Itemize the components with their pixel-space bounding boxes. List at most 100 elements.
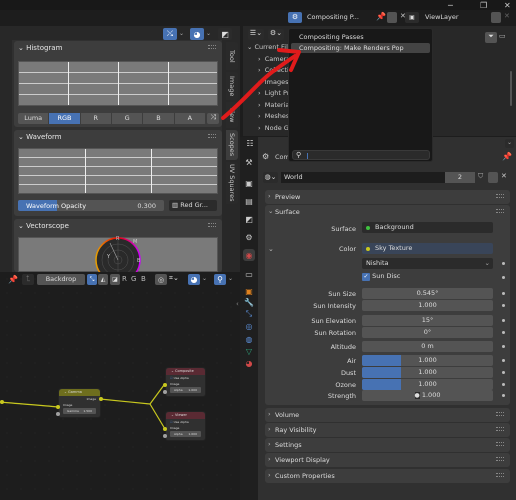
chevron-down-icon[interactable]: ⌄ bbox=[202, 275, 207, 282]
drag-handle-icon[interactable] bbox=[496, 427, 504, 431]
mode-rgb[interactable]: RGB bbox=[49, 113, 81, 124]
mode-r[interactable]: R bbox=[81, 113, 112, 124]
mode-luma[interactable]: Luma bbox=[18, 113, 50, 124]
gizmo-toggle-icon[interactable]: ⤯ bbox=[163, 28, 177, 40]
gizmos-icon[interactable]: ⚲ bbox=[214, 274, 226, 285]
sun-disc-checkbox[interactable]: ✓ Sun Disc bbox=[362, 272, 400, 281]
keyframe-dot[interactable] bbox=[502, 359, 505, 362]
new-scene-button[interactable] bbox=[387, 12, 397, 23]
waveform-header[interactable]: ⌄ Waveform bbox=[18, 133, 62, 141]
scene-tab-icon[interactable]: ⚙ bbox=[243, 231, 255, 243]
channel-b[interactable]: B bbox=[141, 275, 146, 283]
delete-view-layer-icon[interactable]: ✕ bbox=[504, 12, 510, 20]
view-layer-field[interactable]: ViewLayer bbox=[422, 12, 492, 23]
strength-field[interactable]: ● 1.000 bbox=[362, 390, 493, 401]
input-socket[interactable] bbox=[56, 412, 60, 416]
keyframe-dot[interactable] bbox=[502, 345, 505, 348]
maximize-button[interactable]: ❐ bbox=[480, 1, 487, 10]
drag-handle-icon[interactable] bbox=[496, 442, 504, 446]
waveform-opacity-slider[interactable]: Waveform Opacity 0.300 bbox=[18, 200, 164, 211]
pin-icon[interactable]: 📌 bbox=[8, 275, 18, 284]
volume-section[interactable]: › Volume bbox=[265, 408, 510, 422]
drag-handle-icon[interactable] bbox=[208, 134, 216, 138]
histogram-graph[interactable] bbox=[18, 61, 218, 106]
tool-tab-icon[interactable]: ⚒ bbox=[243, 156, 255, 168]
property-field[interactable]: 1.000 bbox=[362, 379, 493, 390]
input-socket[interactable] bbox=[163, 390, 167, 394]
scrollbar[interactable] bbox=[510, 71, 512, 106]
new-view-layer-button[interactable] bbox=[491, 12, 501, 23]
snap-icon[interactable]: ◎ bbox=[155, 274, 167, 285]
drag-handle-icon[interactable] bbox=[496, 412, 504, 416]
drag-handle-icon[interactable] bbox=[496, 473, 504, 477]
drag-handle-icon[interactable] bbox=[496, 194, 504, 198]
keyframe-dot[interactable] bbox=[502, 276, 505, 279]
channel-r[interactable]: R bbox=[122, 275, 127, 283]
node-header[interactable]: ⌄ Viewer bbox=[166, 412, 205, 419]
node-header[interactable]: ⌄ Gamma bbox=[59, 389, 100, 396]
backdrop-full-icon[interactable]: ◪ bbox=[110, 274, 120, 285]
scene-icon[interactable]: ⚙ bbox=[288, 12, 302, 23]
histogram-header[interactable]: ⌄ Histogram bbox=[18, 44, 62, 52]
world-users-count[interactable]: 2 bbox=[445, 172, 475, 183]
pin-icon[interactable]: 📌 bbox=[502, 152, 512, 161]
scene-search-input[interactable]: ⚲ bbox=[292, 150, 430, 160]
viewport-display-section[interactable]: › Viewport Display bbox=[265, 453, 510, 467]
scene-name-field[interactable]: Compositing P... bbox=[304, 12, 374, 23]
ray-visibility-section[interactable]: › Ray Visibility bbox=[265, 423, 510, 437]
surface-section-header[interactable]: ⌄ Surface bbox=[265, 205, 510, 219]
keyframe-dot[interactable] bbox=[502, 383, 505, 386]
input-socket[interactable] bbox=[163, 383, 167, 387]
backdrop-toggle[interactable]: Backdrop bbox=[37, 274, 85, 285]
surface-shader-field[interactable]: Background bbox=[362, 222, 493, 233]
histogram-mode-selector[interactable]: Luma RGB R G B A bbox=[18, 113, 206, 124]
minimize-button[interactable]: ─ bbox=[448, 1, 453, 10]
drag-handle-icon[interactable] bbox=[496, 209, 504, 213]
keyframe-dot[interactable] bbox=[502, 371, 505, 374]
viewer-node[interactable]: ⌄ Viewer ☑ Use Alpha Image Alpha 1.000 bbox=[165, 411, 206, 441]
property-field[interactable]: 15° bbox=[362, 315, 493, 326]
physics-tab-icon[interactable]: ◎ bbox=[243, 320, 255, 332]
overlay-toggle-icon[interactable]: ◕ bbox=[190, 28, 204, 40]
keyframe-dot[interactable] bbox=[502, 304, 505, 307]
tab-scopes[interactable]: Scopes bbox=[226, 130, 238, 160]
view-layer-tab-icon[interactable]: ◩ bbox=[243, 213, 255, 225]
view-layer-icon[interactable]: ▣ bbox=[405, 12, 419, 23]
mode-b[interactable]: B bbox=[143, 113, 175, 124]
settings-section[interactable]: › Settings bbox=[265, 438, 510, 452]
new-collection-icon[interactable]: ▭ bbox=[499, 32, 509, 43]
alpha-field[interactable]: Alpha 1.000 bbox=[170, 387, 201, 393]
sky-type-dropdown[interactable]: Nishita ⌄ bbox=[362, 258, 493, 269]
gamma-node[interactable]: ⌄ Gamma Image Image Gamma 1.500 bbox=[58, 388, 101, 418]
channel-g[interactable]: G bbox=[131, 275, 136, 283]
world-browse-icon[interactable]: ◍⌄ bbox=[263, 172, 278, 183]
unlink-world-icon[interactable]: ✕ bbox=[501, 172, 507, 180]
chevron-down-icon[interactable]: ⌄ bbox=[228, 275, 233, 282]
waveform-mode-dropdown[interactable]: ▥ Red Gr... bbox=[169, 200, 217, 211]
chevron-down-icon[interactable]: ⌄ bbox=[179, 30, 184, 37]
editor-type-icon[interactable]: ☷ bbox=[243, 137, 257, 149]
collection-tab-icon[interactable]: ▭ bbox=[243, 268, 255, 280]
modifier-tab-icon[interactable]: 🔧 bbox=[243, 296, 255, 308]
drag-handle-icon[interactable] bbox=[208, 223, 216, 227]
scene-menu-item[interactable]: Compositing Passes bbox=[291, 32, 430, 42]
pin-icon[interactable]: 📌 bbox=[376, 12, 386, 21]
keyframe-dot[interactable] bbox=[502, 319, 505, 322]
output-socket[interactable] bbox=[99, 397, 103, 401]
gamma-field[interactable]: Gamma 1.500 bbox=[63, 408, 96, 414]
property-field[interactable]: 1.000 bbox=[362, 367, 493, 378]
output-tab-icon[interactable]: ▤ bbox=[243, 195, 255, 207]
world-tab-icon[interactable]: ◉ bbox=[243, 249, 255, 261]
input-socket[interactable] bbox=[163, 427, 167, 431]
backdrop-channels-icon[interactable]: ⤡ bbox=[87, 274, 97, 285]
backdrop-alpha-icon[interactable]: ◭ bbox=[98, 274, 108, 285]
particles-tab-icon[interactable]: ⤡ bbox=[243, 308, 255, 320]
chevron-down-icon[interactable]: ⌄ bbox=[206, 30, 211, 37]
preview-section[interactable]: › Preview bbox=[265, 190, 510, 204]
mode-g[interactable]: G bbox=[112, 113, 144, 124]
fake-user-icon[interactable]: ⛉ bbox=[478, 172, 483, 181]
world-name-field[interactable]: World bbox=[281, 172, 455, 183]
close-window-button[interactable]: ✕ bbox=[504, 1, 511, 10]
input-socket[interactable] bbox=[56, 405, 60, 409]
property-field[interactable]: 1.000 bbox=[362, 355, 493, 366]
